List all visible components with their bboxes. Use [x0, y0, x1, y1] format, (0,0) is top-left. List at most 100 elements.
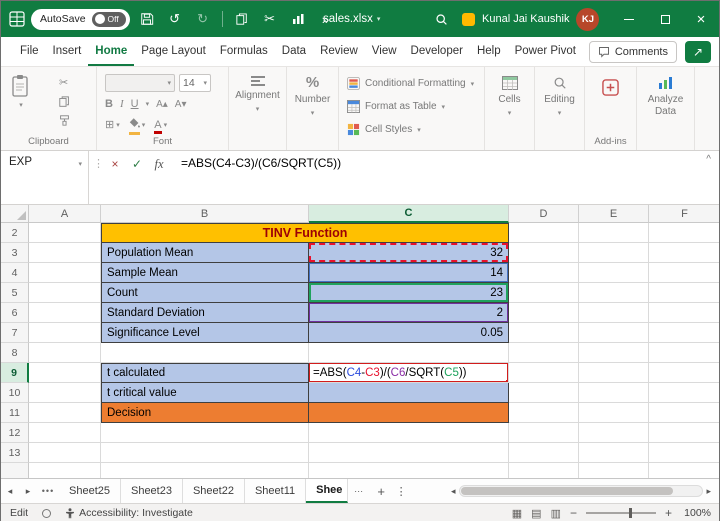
redo-icon[interactable]: ↻ [192, 6, 214, 32]
cell-E6[interactable] [579, 303, 649, 323]
copy-button[interactable] [59, 95, 70, 108]
excel-app-icon[interactable] [9, 11, 25, 27]
format-painter-button[interactable] [59, 114, 70, 127]
cell-F10[interactable] [649, 383, 719, 403]
cell-F2[interactable] [649, 223, 719, 243]
cell-E9[interactable] [579, 363, 649, 383]
sheet-tab-sheet23[interactable]: Sheet23 [121, 479, 183, 503]
cell-E2[interactable] [579, 223, 649, 243]
cell-value-C4[interactable]: 14 [309, 263, 509, 283]
chart-icon[interactable] [287, 6, 309, 32]
cell-E10[interactable] [579, 383, 649, 403]
alignment-button[interactable]: Alignment ▾ [229, 76, 286, 113]
cell-D13[interactable] [509, 443, 579, 463]
cell-A3[interactable] [29, 243, 101, 263]
row-header-13[interactable]: 13 [1, 443, 29, 463]
cell-D10[interactable] [509, 383, 579, 403]
row-header-7[interactable]: 7 [1, 323, 29, 343]
cell-F13[interactable] [649, 443, 719, 463]
select-all-corner[interactable] [1, 205, 29, 223]
cell-F11[interactable] [649, 403, 719, 423]
share-button[interactable]: ↗ [685, 41, 711, 63]
horizontal-scrollbar[interactable]: ◂ ▸ [451, 483, 711, 499]
cell-F6[interactable] [649, 303, 719, 323]
cell-label-B11[interactable]: Decision [101, 403, 309, 423]
autosave-toggle[interactable]: Off [91, 11, 126, 27]
menu-tab-page-layout[interactable]: Page Layout [134, 37, 213, 66]
document-title[interactable]: sales.xlsx ▾ [323, 1, 380, 37]
decrease-font-icon[interactable]: A▾ [175, 99, 187, 110]
cell-C8[interactable] [309, 343, 509, 363]
cell-B8[interactable] [101, 343, 309, 363]
search-icon[interactable] [435, 1, 448, 37]
worksheet-grid[interactable]: ABCDEF 2 TINV Function 3 Population Mean 32 4… [1, 205, 719, 478]
addins-button[interactable] [585, 79, 636, 96]
cell-D5[interactable] [509, 283, 579, 303]
zoom-slider-thumb[interactable] [629, 508, 633, 518]
underline-chevron-icon[interactable]: ▾ [146, 100, 150, 108]
row-header-5[interactable]: 5 [1, 283, 29, 303]
minimize-button[interactable] [611, 1, 647, 37]
cell-A13[interactable] [29, 443, 101, 463]
page-layout-view-icon[interactable]: ▤ [531, 507, 541, 520]
cells-button[interactable]: Cells ▾ [485, 76, 534, 117]
cell-value-C3[interactable]: 32 [309, 243, 509, 263]
cell-E3[interactable] [579, 243, 649, 263]
cell-A10[interactable] [29, 383, 101, 403]
sheet-tab-sheet22[interactable]: Sheet22 [183, 479, 245, 503]
close-button[interactable]: × [683, 1, 719, 37]
menu-tab-home[interactable]: Home [88, 37, 135, 66]
cell-value-C6[interactable]: 2 [309, 303, 509, 323]
save-icon[interactable] [136, 6, 158, 32]
cell-styles-button[interactable]: Cell Styles ▾ [347, 123, 421, 136]
normal-view-icon[interactable]: ▦ [512, 507, 522, 520]
cell-A5[interactable] [29, 283, 101, 303]
row-header-12[interactable]: 12 [1, 423, 29, 443]
account-area[interactable]: Kunal Jai Kaushik KJ [462, 1, 600, 37]
font-size-select[interactable]: 14 ▾ [179, 74, 211, 92]
cell-label-B4[interactable]: Sample Mean [101, 263, 309, 283]
cell-F12[interactable] [649, 423, 719, 443]
cell-C11[interactable] [309, 403, 509, 423]
add-sheet-button[interactable]: + [370, 479, 392, 503]
cell-label-B6[interactable]: Standard Deviation [101, 303, 309, 323]
column-header-E[interactable]: E [579, 205, 649, 223]
sheet-more-right-button[interactable]: ⋯ [348, 479, 370, 503]
cell-F5[interactable] [649, 283, 719, 303]
avatar[interactable]: KJ [576, 7, 600, 31]
sheet-tab-sheet25[interactable]: Sheet25 [59, 479, 121, 503]
cell-label-B5[interactable]: Count [101, 283, 309, 303]
menu-tab-insert[interactable]: Insert [46, 37, 89, 66]
cell-title-B2[interactable]: TINV Function [101, 223, 509, 243]
scroll-right-icon[interactable]: ▸ [706, 486, 711, 497]
menu-tab-data[interactable]: Data [275, 37, 313, 66]
paste-button[interactable]: ▾ [11, 74, 31, 109]
number-format-button[interactable]: % Number ▾ [287, 75, 338, 117]
menu-tab-power-pivot[interactable]: Power Pivot [508, 37, 583, 66]
cancel-icon[interactable]: × [105, 155, 125, 173]
cell-B12[interactable] [101, 423, 309, 443]
cell-D6[interactable] [509, 303, 579, 323]
row-header-9[interactable]: 9 [1, 363, 29, 383]
column-header-C[interactable]: C [309, 205, 509, 223]
editing-button[interactable]: Editing ▾ [535, 76, 584, 117]
name-box[interactable]: EXP ▾ [1, 151, 89, 204]
insert-function-icon[interactable]: fx [149, 155, 169, 173]
cell-A11[interactable] [29, 403, 101, 423]
cell-value-C7[interactable]: 0.05 [309, 323, 509, 343]
cell-formula-C9[interactable]: =ABS(C4- C3)/(C6/SQRT(C5)) [309, 363, 509, 383]
scrollbar-track[interactable] [458, 485, 704, 497]
sheet-more-left-button[interactable]: ••• [37, 479, 59, 503]
cell-F4[interactable] [649, 263, 719, 283]
zoom-in-icon[interactable]: + [665, 506, 672, 520]
cell-E4[interactable] [579, 263, 649, 283]
cell-E11[interactable] [579, 403, 649, 423]
enter-icon[interactable]: ✓ [127, 155, 147, 173]
menu-tab-developer[interactable]: Developer [404, 37, 470, 66]
sheet-nav-left-icon[interactable]: ◂ [1, 479, 19, 503]
analyze-data-button[interactable]: Analyze Data [637, 76, 694, 117]
column-header-B[interactable]: B [101, 205, 309, 223]
cell-A2[interactable] [29, 223, 101, 243]
fill-color-button[interactable]: ▾ [128, 118, 145, 135]
cell-D9[interactable] [509, 363, 579, 383]
